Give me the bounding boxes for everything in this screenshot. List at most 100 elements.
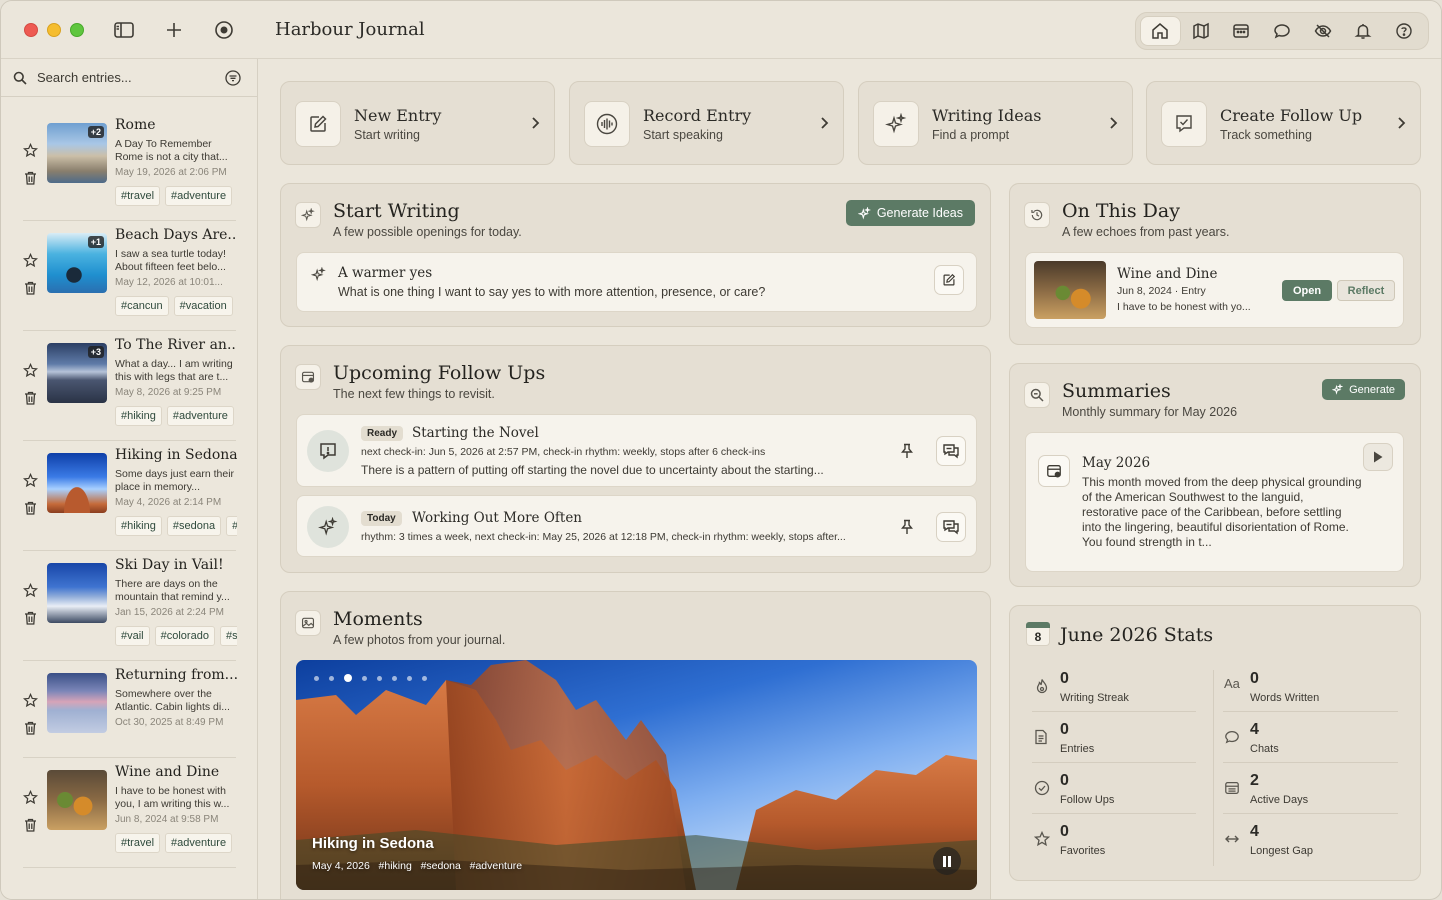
entry-thumbnail: [47, 453, 107, 513]
moment-photo[interactable]: Hiking in Sedona May 4, 2026 #hiking #se…: [296, 660, 977, 890]
carousel-dot[interactable]: [329, 675, 334, 681]
monthly-summary[interactable]: May 2026 This month moved from the deep …: [1025, 432, 1404, 572]
entry-item-river[interactable]: +3 To The River an... What a day... I am…: [22, 331, 237, 441]
nav-notifications-button[interactable]: [1343, 16, 1384, 46]
record-button[interactable]: [212, 18, 236, 42]
delete-button[interactable]: [24, 818, 37, 835]
nav-privacy-button[interactable]: [1302, 16, 1343, 46]
waveform-icon-box: [584, 101, 630, 147]
favorite-button[interactable]: [22, 252, 39, 271]
nav-home-button[interactable]: [1140, 16, 1181, 46]
carousel-dot[interactable]: [407, 675, 412, 681]
delete-button[interactable]: [24, 721, 37, 738]
entry-item-rome[interactable]: +2 Rome A Day To Remember Rome is not a …: [22, 111, 236, 221]
chevron-right-icon: [532, 117, 540, 129]
tag[interactable]: #adventure: [165, 833, 233, 853]
search-input[interactable]: [37, 70, 217, 85]
carousel-dot[interactable]: [422, 675, 427, 681]
entry-item-beach[interactable]: +1 Beach Days Are... I saw a sea turtle …: [22, 221, 237, 331]
stat-writing-streak: 0 Writing Streak: [1034, 662, 1204, 713]
summary-icon-box: [1038, 455, 1070, 487]
follow-up-item[interactable]: Today Working Out More Often rhythm: 3 t…: [296, 495, 977, 557]
zoom-window-button[interactable]: [70, 23, 84, 37]
app-title: Harbour Journal: [275, 19, 425, 40]
carousel-dot[interactable]: [377, 675, 382, 681]
tag[interactable]: #adventure: [165, 186, 233, 206]
favorite-button[interactable]: [22, 472, 39, 491]
tag[interactable]: #adventure: [226, 516, 237, 536]
delete-button[interactable]: [24, 171, 37, 188]
pin-button[interactable]: [892, 436, 922, 466]
favorite-button[interactable]: [22, 692, 39, 711]
calendar-icon: [1233, 24, 1250, 38]
tag[interactable]: #ski: [219, 626, 237, 646]
entry-item-wine[interactable]: Wine and Dine I have to be honest with y…: [22, 758, 236, 868]
entry-item-returning[interactable]: Returning from... Somewhere over the Atl…: [22, 661, 237, 758]
entry-thumbnail: +3: [47, 343, 107, 403]
writing-ideas-button[interactable]: Writing Ideas Find a prompt: [858, 81, 1133, 165]
reflect-button[interactable]: Reflect: [1337, 280, 1395, 301]
favorite-button[interactable]: [22, 789, 39, 808]
write-prompt-button[interactable]: [934, 265, 964, 295]
close-window-button[interactable]: [24, 23, 38, 37]
discuss-button[interactable]: [936, 512, 966, 542]
delete-button[interactable]: [24, 611, 37, 628]
delete-button[interactable]: [24, 281, 37, 298]
favorite-button[interactable]: [22, 142, 39, 161]
stat-label: Active Days: [1250, 794, 1309, 806]
tag[interactable]: #travel: [115, 833, 161, 853]
tag[interactable]: #cancun: [115, 296, 169, 316]
tag[interactable]: #vacation: [173, 296, 233, 316]
nav-help-button[interactable]: [1383, 16, 1424, 46]
record-entry-button[interactable]: Record Entry Start speaking: [569, 81, 844, 165]
card-subtitle: A few echoes from past years.: [1062, 225, 1230, 239]
add-entry-button[interactable]: [162, 18, 186, 42]
tag[interactable]: #adventure: [166, 406, 234, 426]
carousel-dot[interactable]: [362, 675, 367, 681]
pause-button[interactable]: [933, 847, 961, 875]
minimize-window-button[interactable]: [47, 23, 61, 37]
entry-tags: #vail #colorado #ski: [115, 626, 237, 646]
nav-map-button[interactable]: [1181, 16, 1222, 46]
favorite-button[interactable]: [22, 362, 39, 381]
stat-longest-gap: 4 Longest Gap: [1224, 815, 1394, 866]
carousel-dot[interactable]: [392, 675, 397, 681]
play-summary-button[interactable]: [1363, 443, 1393, 471]
nav-calendar-button[interactable]: [1221, 16, 1262, 46]
tag[interactable]: #vail: [115, 626, 150, 646]
entry-item-vail[interactable]: Ski Day in Vail! There are days on the m…: [22, 551, 237, 661]
follow-up-item[interactable]: Ready Starting the Novel next check-in: …: [296, 414, 977, 487]
generate-summary-button[interactable]: Generate: [1322, 379, 1405, 400]
generate-ideas-button[interactable]: Generate Ideas: [845, 200, 975, 226]
sparkles-icon: [857, 206, 871, 219]
new-entry-button[interactable]: New Entry Start writing: [280, 81, 555, 165]
moment-meta: May 4, 2026 #hiking #sedona #adventure: [312, 860, 523, 872]
memory-entry[interactable]: Wine and Dine Jun 8, 2024 · Entry I have…: [1025, 252, 1404, 328]
favorite-button[interactable]: [22, 582, 39, 601]
sedona-rock-illustration: [296, 660, 977, 890]
filter-button[interactable]: [225, 70, 241, 89]
tag[interactable]: #travel: [115, 186, 161, 206]
tag[interactable]: #hiking: [115, 406, 162, 426]
delete-button[interactable]: [24, 501, 37, 518]
tag[interactable]: #hiking: [115, 516, 162, 536]
entry-item-sedona[interactable]: Hiking in Sedona Some days just earn the…: [22, 441, 237, 551]
tag[interactable]: #sedona: [166, 516, 222, 536]
carousel-dot[interactable]: [314, 675, 319, 681]
delete-button[interactable]: [24, 391, 37, 408]
follow-up-icon-box: [295, 364, 321, 390]
tag[interactable]: #colorado: [154, 626, 215, 646]
entry-snippet: A Day To Remember Rome is not a city tha…: [115, 138, 228, 163]
sidebar-toggle-button[interactable]: [112, 18, 136, 42]
open-button[interactable]: Open: [1282, 280, 1332, 301]
stat-label: Favorites: [1060, 845, 1106, 857]
discuss-button[interactable]: [936, 436, 966, 466]
document-icon: [1035, 729, 1047, 745]
pin-button[interactable]: [892, 512, 922, 542]
house-icon: [1152, 23, 1169, 39]
create-follow-up-button[interactable]: Create Follow Up Track something: [1146, 81, 1421, 165]
carousel-dot-active[interactable]: [344, 674, 352, 682]
nav-chat-button[interactable]: [1262, 16, 1303, 46]
prompt-card[interactable]: A warmer yes What is one thing I want to…: [296, 252, 977, 312]
checkbox-icon: [1176, 115, 1192, 133]
